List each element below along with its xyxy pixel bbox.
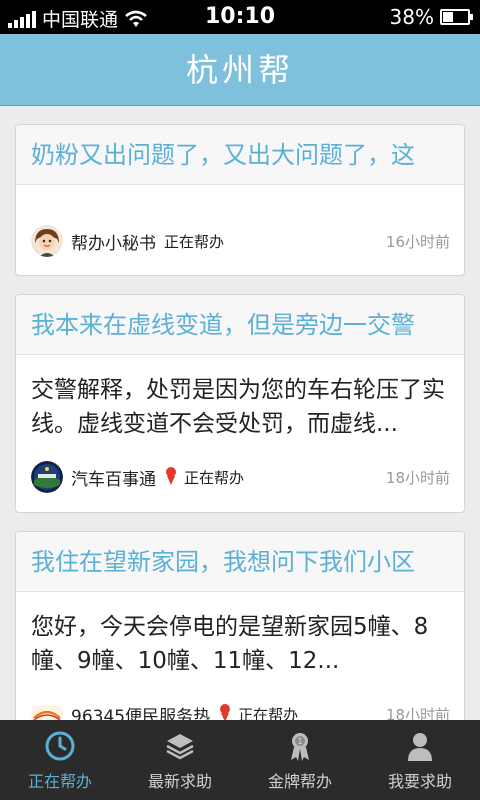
clock-icon xyxy=(45,731,75,761)
gold-medal-icon: 1 xyxy=(291,733,309,761)
author-name: 96345便民服务热 xyxy=(71,706,211,721)
card-status: 正在帮办 xyxy=(238,705,299,721)
battery-indicator: 38% xyxy=(389,5,473,29)
help-card[interactable]: 我本来在虚线变道，但是旁边一交警 交警解释，处罚是因为您的车右轮压了实线。虚线变… xyxy=(15,294,465,513)
card-time: 16小时前 xyxy=(385,232,450,251)
card-time: 18小时前 xyxy=(385,705,450,721)
tab-label: 金牌帮办 xyxy=(267,772,332,791)
tab-label: 我要求助 xyxy=(387,772,452,791)
card-title[interactable]: 我住在望新家园，我想问下我们小区 xyxy=(16,532,464,592)
status-bar: 中国联通 10:10 38% xyxy=(0,0,480,34)
battery-percent: 38% xyxy=(389,5,434,29)
svg-text:1: 1 xyxy=(297,737,302,746)
help-card[interactable]: 我住在望新家园，我想问下我们小区 您好，今天会停电的是望新家园5幢、8幢、9幢、… xyxy=(15,531,465,720)
author-name: 帮办小秘书 xyxy=(71,233,156,254)
battery-icon xyxy=(440,9,473,25)
layers-icon xyxy=(166,734,194,760)
card-title[interactable]: 我本来在虚线变道，但是旁边一交警 xyxy=(16,295,464,355)
help-feed[interactable]: 奶粉又出问题了，又出大问题了，这 帮办小秘书 正在帮办 16小时前 我本来在虚线… xyxy=(0,106,480,720)
card-status: 正在帮办 xyxy=(164,232,225,251)
medal-icon xyxy=(218,704,232,720)
tab-helping-now[interactable]: 正在帮办 xyxy=(0,720,120,800)
page-title: 杭州帮 xyxy=(185,51,294,89)
card-body[interactable]: 您好，今天会停电的是望新家园5幢、8幢、9幢、10幢、11幢、12... xyxy=(16,592,464,678)
medal-icon xyxy=(164,467,178,487)
car-logo-icon xyxy=(31,461,63,493)
card-footer: 帮办小秘书 正在帮办 16小时前 xyxy=(31,225,450,257)
person-icon xyxy=(408,733,432,761)
tab-label: 最新求助 xyxy=(147,772,212,791)
tab-ask-for-help[interactable]: 我要求助 xyxy=(360,720,480,800)
bottom-tab-bar: 正在帮办 最新求助 1 金牌帮办 我要求助 xyxy=(0,720,480,800)
card-title[interactable]: 奶粉又出问题了，又出大问题了，这 xyxy=(16,125,464,185)
author-name: 汽车百事通 xyxy=(71,469,156,490)
96345-logo-icon xyxy=(31,706,63,720)
card-status: 正在帮办 xyxy=(184,468,245,487)
help-card[interactable]: 奶粉又出问题了，又出大问题了，这 帮办小秘书 正在帮办 16小时前 xyxy=(15,124,465,276)
tab-gold-helpers[interactable]: 1 金牌帮办 xyxy=(240,720,360,800)
card-footer: 汽车百事通 正在帮办 18小时前 xyxy=(31,461,450,493)
tab-latest-requests[interactable]: 最新求助 xyxy=(120,720,240,800)
card-body[interactable]: 交警解释，处罚是因为您的车右轮压了实线。虚线变道不会受处罚，而虚线... xyxy=(16,355,464,441)
card-time: 18小时前 xyxy=(385,468,450,487)
app-header: 杭州帮 xyxy=(0,34,480,106)
girl-avatar-icon xyxy=(31,225,63,257)
tab-label: 正在帮办 xyxy=(27,772,92,791)
card-footer: 96345便民服务热 正在帮办 18小时前 xyxy=(31,698,450,720)
